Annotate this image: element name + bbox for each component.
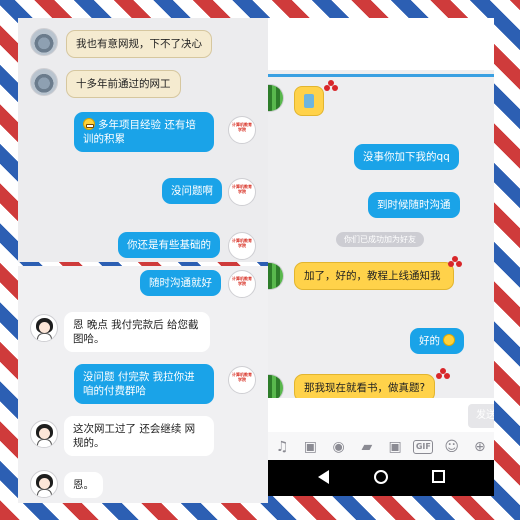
back-icon[interactable] (318, 470, 329, 484)
plus-icon[interactable]: ⊕ (470, 438, 490, 456)
message-bubble-left[interactable]: 恩。 (64, 472, 103, 498)
chat-panel-right[interactable]: 没事你加下我的qq 到时候随时沟通 你们已成功加为好友 加了，好的，教程上线通知… (268, 18, 494, 496)
customer-avatar[interactable] (30, 470, 58, 498)
customer-avatar[interactable] (30, 314, 58, 342)
message-bubble-left[interactable]: 加了，好的，教程上线通知我 (294, 262, 454, 290)
message-bubble-right[interactable]: 随时沟通就好 (140, 270, 221, 296)
avatar-logo-text: 计算机教育学院 (232, 122, 252, 132)
send-button[interactable]: 发送 (468, 404, 494, 428)
user-avatar[interactable] (30, 28, 58, 56)
grin-emoji-icon (83, 118, 95, 130)
microphone-icon[interactable]: ♫ (272, 438, 292, 456)
emoji-icon[interactable]: ☺ (442, 438, 462, 456)
customer-avatar[interactable] (30, 420, 58, 448)
message-bubble-right[interactable]: 没事你加下我的qq (354, 144, 459, 170)
camera-icon[interactable]: ◉ (329, 438, 349, 456)
watermelon-avatar[interactable] (268, 84, 284, 112)
message-text: 多年项目经验 还有培训的积累 (83, 119, 196, 145)
message-bubble-right[interactable]: 你还是有些基础的 (118, 232, 220, 258)
message-bubble-right[interactable]: 好的 (410, 328, 464, 354)
watermelon-avatar[interactable] (268, 262, 284, 290)
red-packet-icon[interactable]: ▰ (357, 438, 377, 456)
agent-avatar[interactable]: 计算机教育学院 (228, 178, 256, 206)
avatar-logo-text: 计算机教育学院 (232, 184, 252, 194)
message-bubble-right[interactable]: 没问题啊 (162, 178, 222, 204)
message-bubble-left[interactable]: 我也有意网规，下不了决心 (66, 30, 212, 58)
airmail-border-frame: 我也有意网规，下不了决心 十多年前通过的网工 多年项目经验 还有培训的积累 计算… (0, 0, 520, 520)
image-icon[interactable]: ▣ (300, 438, 320, 456)
header-divider (268, 74, 494, 77)
smile-emoji-icon (443, 334, 455, 346)
user-avatar[interactable] (30, 68, 58, 96)
sticker-image[interactable] (294, 86, 324, 116)
android-nav-bar (268, 460, 494, 496)
recent-apps-icon[interactable] (432, 470, 445, 483)
message-bubble-right[interactable]: 到时候随时沟通 (368, 192, 460, 218)
gif-icon[interactable]: GIF (413, 440, 434, 454)
message-bubble-left[interactable]: 这次网工过了 还会继续 网规的。 (64, 416, 214, 456)
avatar-logo-text: 计算机教育学院 (232, 276, 252, 286)
clover-decoration-icon (436, 368, 450, 382)
avatar-logo-text: 计算机教育学院 (232, 238, 252, 248)
system-notice: 你们已成功加为好友 (336, 232, 424, 247)
home-icon[interactable] (374, 470, 388, 484)
message-bubble-right[interactable]: 多年项目经验 还有培训的积累 (74, 112, 214, 152)
agent-avatar[interactable]: 计算机教育学院 (228, 116, 256, 144)
message-bubble-left[interactable]: 十多年前通过的网工 (66, 70, 181, 98)
agent-avatar[interactable]: 计算机教育学院 (228, 270, 256, 298)
gift-icon[interactable]: ▣ (385, 438, 405, 456)
clover-decoration-icon (324, 80, 338, 94)
agent-avatar[interactable]: 计算机教育学院 (228, 232, 256, 260)
message-bubble-left[interactable]: 恩 晚点 我付完款后 给您截图哈。 (64, 312, 210, 352)
agent-avatar[interactable]: 计算机教育学院 (228, 366, 256, 394)
input-toolbar: ♫ ▣ ◉ ▰ ▣ GIF ☺ ⊕ (268, 432, 494, 462)
chat-panel-bottom-left[interactable]: 随时沟通就好 计算机教育学院 恩 晚点 我付完款后 给您截图哈。 没问题 付完款… (18, 266, 268, 503)
clover-decoration-icon (448, 256, 462, 270)
avatar-logo-text: 计算机教育学院 (232, 372, 252, 382)
chat-panel-top-left[interactable]: 我也有意网规，下不了决心 十多年前通过的网工 多年项目经验 还有培训的积累 计算… (18, 18, 268, 262)
message-bubble-right[interactable]: 没问题 付完款 我拉你进咱的付费群哈 (74, 364, 214, 404)
chat-header (268, 18, 494, 77)
message-text: 好的 (419, 335, 440, 347)
